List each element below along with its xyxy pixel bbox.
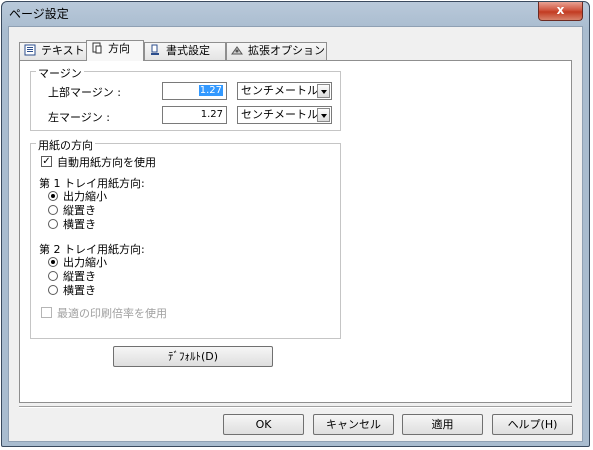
close-icon: x bbox=[556, 3, 565, 17]
paper-orientation-group: 用紙の方向 ✓ 自動用紙方向を使用 第 1 トレイ用紙方向: 出力縮小 縦置き … bbox=[30, 137, 341, 339]
top-margin-unit-select[interactable]: センチメートル bbox=[237, 82, 332, 100]
tray1-portrait-radio[interactable] bbox=[48, 205, 58, 215]
paper-orientation-group-label: 用紙の方向 bbox=[36, 137, 95, 153]
left-margin-value: 1.27 bbox=[200, 109, 223, 120]
orientation-icon bbox=[92, 42, 102, 54]
left-margin-unit-value: センチメートル bbox=[241, 108, 318, 121]
best-scale-checkbox[interactable] bbox=[41, 307, 52, 318]
auto-orientation-label[interactable]: 自動用紙方向を使用 bbox=[57, 154, 156, 170]
cancel-button[interactable]: キャンセル bbox=[313, 414, 394, 435]
default-button[interactable]: ﾃﾞﾌｫﾙﾄ(D) bbox=[113, 346, 273, 367]
tray1-landscape-radio[interactable] bbox=[48, 219, 58, 229]
page-setup-dialog: ページ設定 x テキスト 方向 書式設定 拡張オプション マージン 上部マージン… bbox=[1, 1, 590, 447]
left-margin-input[interactable]: 1.27 bbox=[162, 106, 227, 124]
tab-extended-options-label: 拡張オプション bbox=[248, 44, 325, 57]
top-margin-value: 1.27 bbox=[198, 85, 223, 96]
text-page-icon bbox=[24, 44, 36, 56]
chevron-down-icon[interactable] bbox=[317, 84, 330, 98]
title-bar[interactable]: ページ設定 x bbox=[2, 2, 589, 24]
dialog-body: テキスト 方向 書式設定 拡張オプション マージン 上部マージン : 1.27 … bbox=[8, 26, 583, 442]
tray1-landscape-label[interactable]: 横置き bbox=[63, 216, 96, 232]
help-button[interactable]: ヘルプ(H) bbox=[492, 414, 573, 435]
tab-format-label: 書式設定 bbox=[166, 44, 210, 57]
tray2-shrink-radio[interactable] bbox=[48, 257, 58, 267]
close-button[interactable]: x bbox=[538, 2, 583, 21]
left-margin-unit-select[interactable]: センチメートル bbox=[237, 106, 332, 124]
tab-text[interactable]: テキスト bbox=[19, 42, 87, 60]
tab-format[interactable]: 書式設定 bbox=[144, 42, 226, 60]
extended-options-icon bbox=[231, 46, 243, 55]
apply-button[interactable]: 適用 bbox=[402, 414, 483, 435]
tab-orientation-label: 方向 bbox=[108, 42, 130, 55]
tab-extended-options[interactable]: 拡張オプション bbox=[226, 42, 327, 60]
tab-text-label: テキスト bbox=[41, 44, 85, 57]
chevron-down-icon[interactable] bbox=[317, 108, 330, 122]
tray2-landscape-radio[interactable] bbox=[48, 285, 58, 295]
orientation-panel: マージン 上部マージン : 1.27 センチメートル 左マージン : 1.27 … bbox=[19, 60, 572, 403]
best-scale-label: 最適の印刷倍率を使用 bbox=[57, 307, 167, 320]
margin-group-label: マージン bbox=[36, 65, 84, 81]
auto-orientation-checkbox[interactable]: ✓ bbox=[41, 156, 52, 167]
top-margin-label: 上部マージン : bbox=[48, 86, 121, 99]
tray2-landscape-label[interactable]: 横置き bbox=[63, 282, 96, 298]
top-margin-input[interactable]: 1.27 bbox=[162, 82, 227, 100]
top-margin-unit-value: センチメートル bbox=[241, 84, 318, 97]
tab-orientation[interactable]: 方向 bbox=[86, 40, 144, 61]
tray2-portrait-radio[interactable] bbox=[48, 271, 58, 281]
ok-button[interactable]: OK bbox=[223, 414, 304, 435]
tray1-shrink-radio[interactable] bbox=[48, 191, 58, 201]
footer-separator bbox=[19, 406, 572, 408]
left-margin-label: 左マージン : bbox=[48, 111, 110, 124]
margin-group: マージン 上部マージン : 1.27 センチメートル 左マージン : 1.27 … bbox=[30, 65, 341, 131]
window-title: ページ設定 bbox=[9, 7, 69, 21]
format-icon bbox=[151, 44, 159, 55]
